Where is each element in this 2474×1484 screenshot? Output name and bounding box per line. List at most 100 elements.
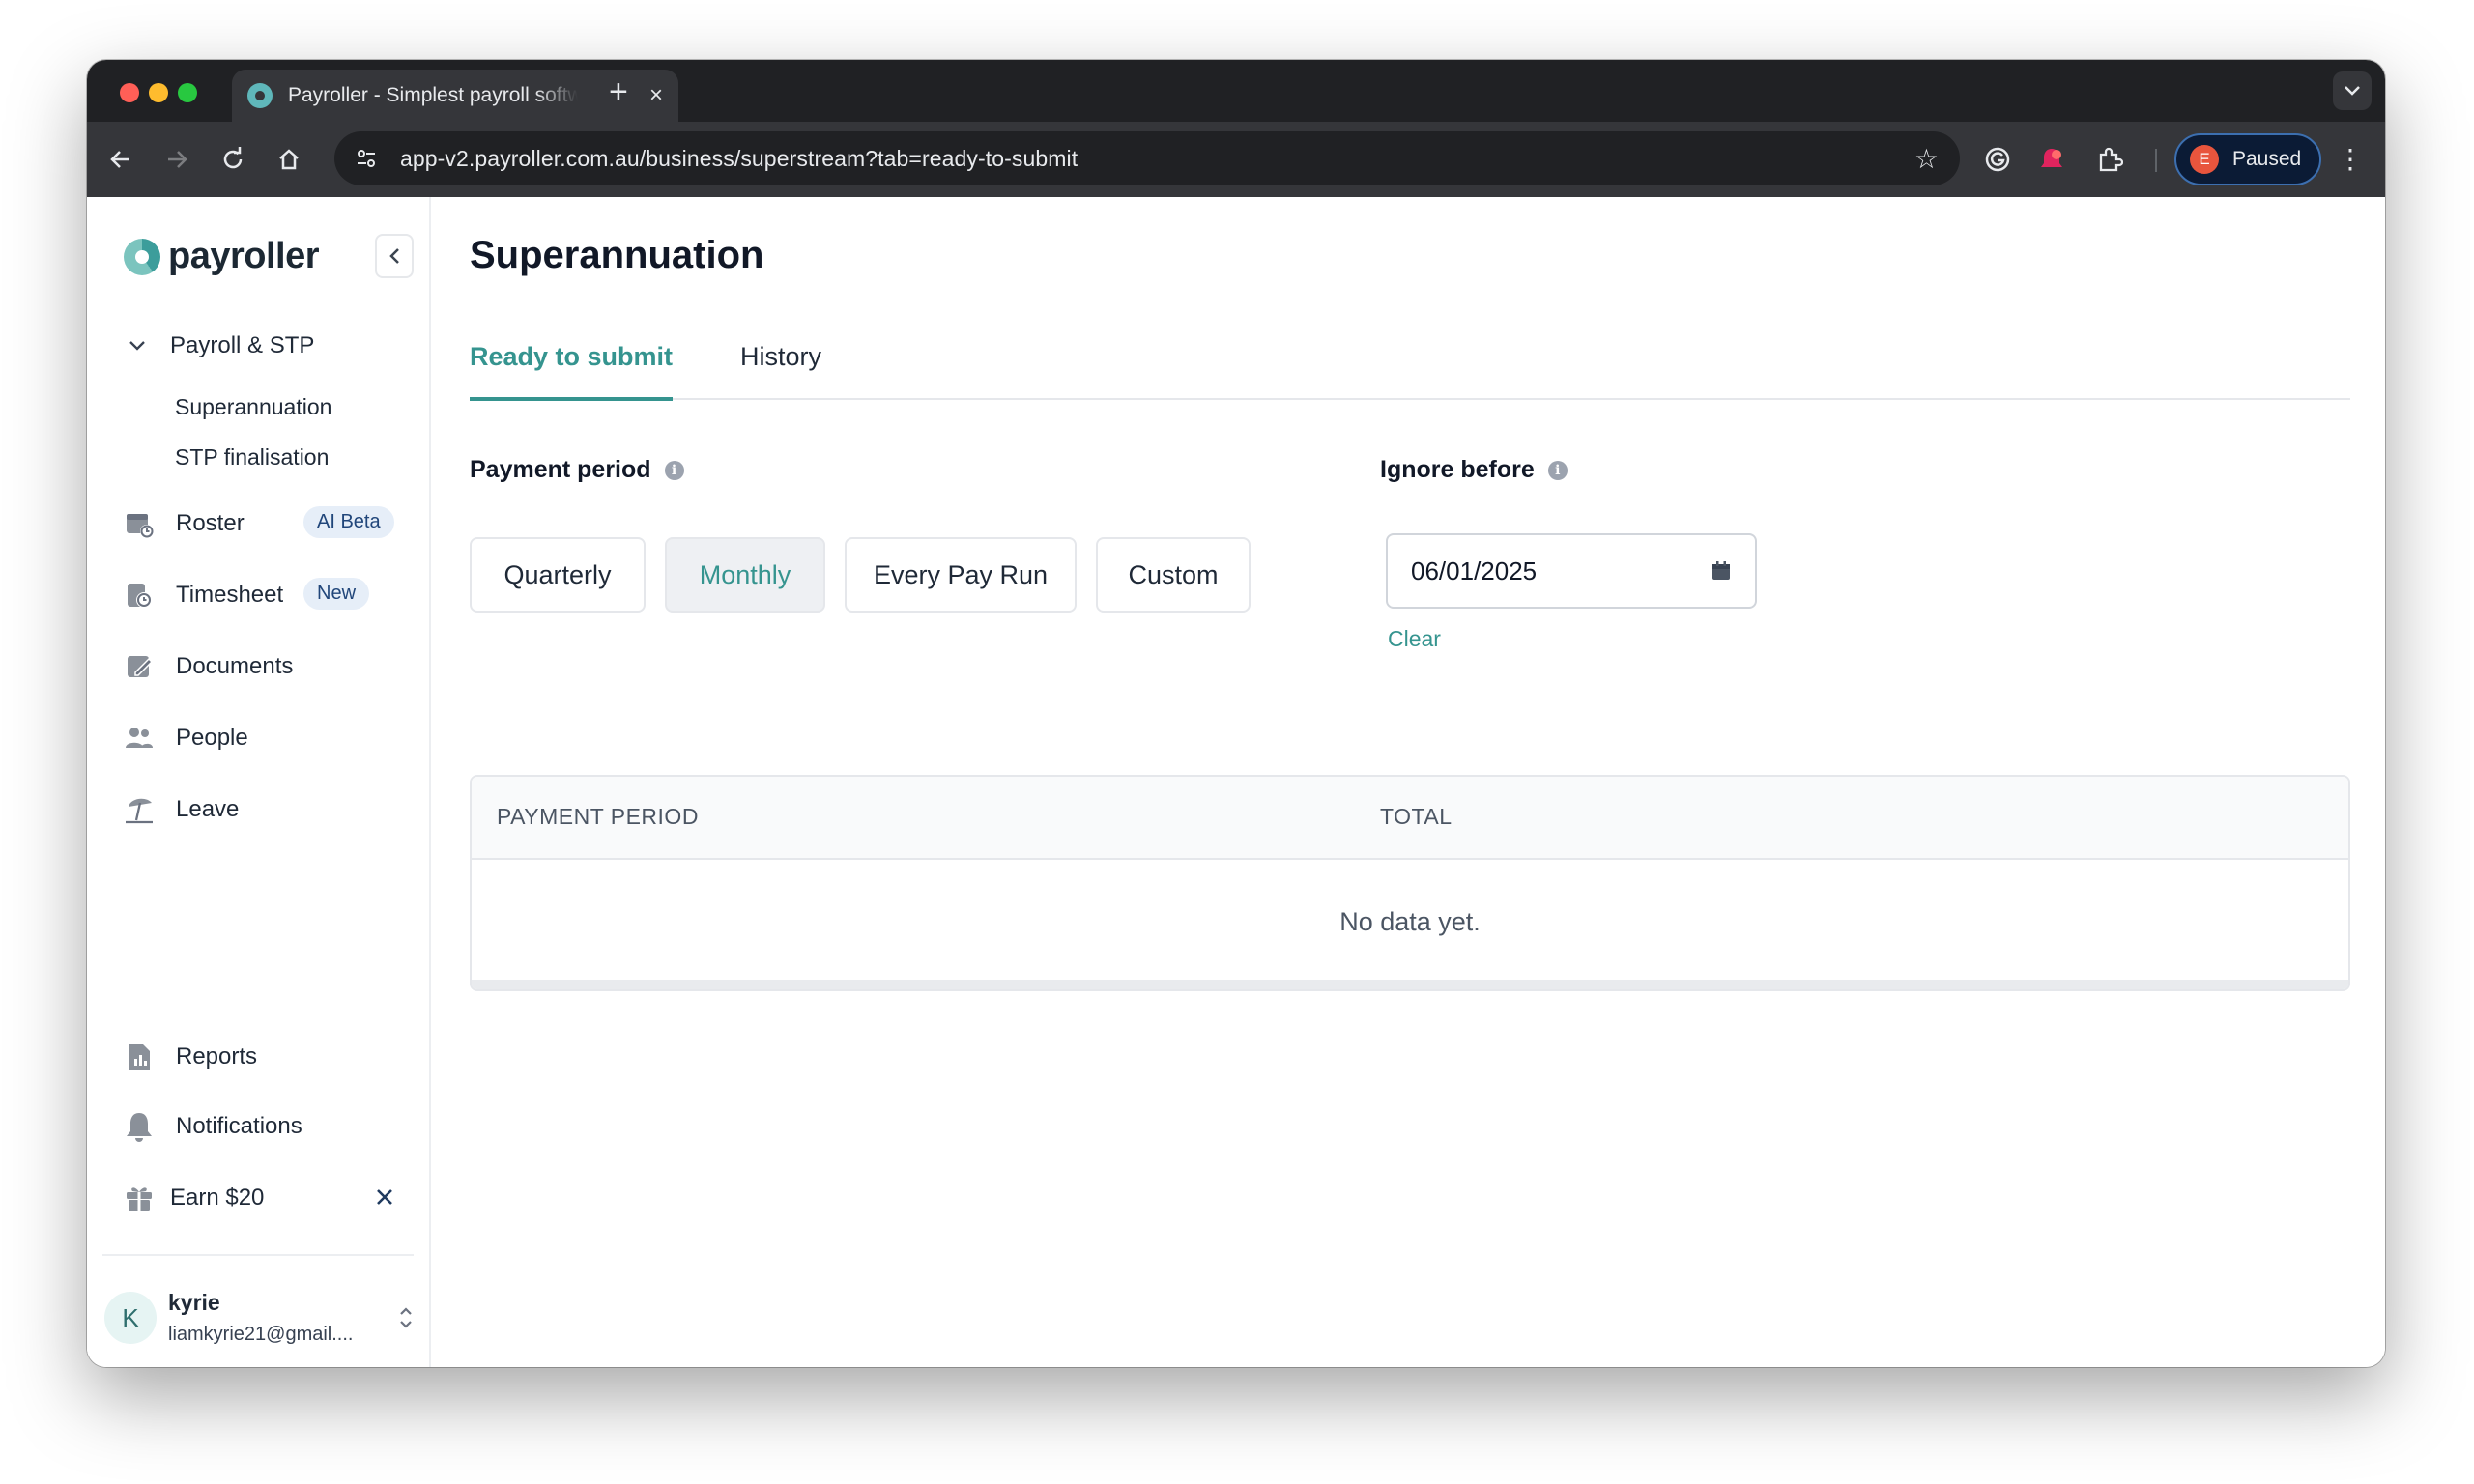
address-bar[interactable]: app-v2.payroller.com.au/business/superst… <box>334 131 1960 186</box>
payroller-logo[interactable]: payroller <box>124 236 320 277</box>
sidebar-item-label: Earn $20 <box>170 1184 265 1211</box>
sidebar-item-people[interactable]: People <box>122 721 412 756</box>
tab-strip: Payroller - Simplest payroll software × … <box>87 60 2385 122</box>
empty-state-text: No data yet. <box>1339 906 1481 936</box>
info-icon[interactable]: i <box>664 460 684 480</box>
table-header: PAYMENT PERIOD TOTAL <box>472 777 2348 860</box>
sidebar-item-superannuation[interactable]: Superannuation <box>175 394 331 420</box>
forward-button[interactable] <box>158 141 195 178</box>
profile-status-label: Paused <box>2232 148 2302 170</box>
logo-text: payroller <box>168 236 320 276</box>
new-tab-button[interactable]: + <box>609 73 628 111</box>
timesheet-icon <box>122 578 157 613</box>
chevron-left-icon <box>389 248 399 264</box>
browser-window: Payroller - Simplest payroll software × … <box>87 60 2385 1367</box>
chevron-down-icon <box>2345 86 2360 96</box>
sidebar-item-label: Leave <box>176 796 240 822</box>
ai-beta-badge: AI Beta <box>303 506 394 538</box>
sidebar-divider <box>102 1254 414 1256</box>
ignore-before-date-field[interactable]: 06/01/2025 <box>1386 533 1757 609</box>
reports-icon <box>122 1040 157 1074</box>
url-text[interactable]: app-v2.payroller.com.au/business/superst… <box>400 146 1078 172</box>
sidebar-item-label: People <box>176 725 248 751</box>
tab-title: Payroller - Simplest payroll software <box>288 84 578 106</box>
gift-icon <box>122 1181 157 1215</box>
sidebar-item-leave[interactable]: Leave <box>122 792 412 827</box>
profile-avatar: E <box>2190 145 2219 174</box>
collapse-sidebar-button[interactable] <box>375 234 414 278</box>
sidebar-item-reports[interactable]: Reports <box>122 1040 412 1074</box>
browser-toolbar: app-v2.payroller.com.au/business/superst… <box>87 122 2385 197</box>
roster-icon <box>122 506 157 541</box>
alert-extension-icon[interactable] <box>2035 143 2068 176</box>
ignore-before-heading: Ignore before i <box>1380 456 1568 484</box>
payroller-logo-icon <box>124 238 160 275</box>
grammarly-extension-icon[interactable] <box>1981 143 2014 176</box>
sidebar-group-payroll-stp[interactable]: Payroll & STP <box>126 332 314 359</box>
new-badge: New <box>303 578 370 610</box>
info-icon[interactable]: i <box>1547 460 1568 480</box>
arrow-left-icon <box>110 151 129 168</box>
tab-history[interactable]: History <box>740 342 821 400</box>
payroller-favicon-icon <box>247 83 273 108</box>
table-footer <box>472 980 2348 989</box>
sidebar: payroller Payroll & STP Superannuation S… <box>87 197 431 1367</box>
sidebar-item-label: Reports <box>176 1043 258 1070</box>
page-title: Superannuation <box>470 234 764 276</box>
period-quarterly-button[interactable]: Quarterly <box>470 537 646 613</box>
ignore-before-label: Ignore before <box>1380 456 1535 483</box>
extensions-puzzle-icon[interactable] <box>2093 143 2126 176</box>
sidebar-item-stp-finalisation[interactable]: STP finalisation <box>175 444 329 471</box>
period-monthly-button[interactable]: Monthly <box>665 537 825 613</box>
sidebar-item-label: Timesheet <box>176 582 284 608</box>
home-button[interactable] <box>271 141 307 178</box>
sidebar-item-label: Notifications <box>176 1113 302 1139</box>
tab-bar: Ready to submit History <box>470 342 2350 401</box>
date-value: 06/01/2025 <box>1411 556 1538 585</box>
sidebar-item-earn-20[interactable]: Earn $20 <box>122 1181 412 1215</box>
user-info: kyrie liamkyrie21@gmail.... <box>168 1290 353 1346</box>
reload-icon <box>223 147 243 169</box>
payment-periods-table: PAYMENT PERIOD TOTAL No data yet. <box>470 775 2350 991</box>
user-name: kyrie <box>168 1290 220 1315</box>
app-area: payroller Payroll & STP Superannuation S… <box>87 197 2385 1367</box>
payment-period-heading: Payment period i <box>470 456 684 484</box>
tab-close-icon[interactable]: × <box>649 84 663 107</box>
main-content: Superannuation Ready to submit History P… <box>431 197 2385 1367</box>
home-icon <box>279 149 299 170</box>
sidebar-item-documents[interactable]: Documents <box>122 649 412 684</box>
payment-period-label: Payment period <box>470 456 651 483</box>
people-icon <box>122 721 157 756</box>
toolbar-separator <box>2155 149 2157 172</box>
user-email: liamkyrie21@gmail.... <box>168 1324 354 1345</box>
reload-button[interactable] <box>215 141 251 178</box>
minimize-window-button[interactable] <box>149 83 168 102</box>
chevron-up-down-icon <box>398 1305 414 1330</box>
chevron-down-icon <box>129 341 145 351</box>
column-header-total[interactable]: TOTAL <box>1380 804 1453 830</box>
user-account-switcher[interactable]: K kyrie liamkyrie21@gmail.... <box>104 1287 414 1349</box>
clear-date-link[interactable]: Clear <box>1388 626 1441 652</box>
maximize-window-button[interactable] <box>178 83 197 102</box>
back-button[interactable] <box>102 141 139 178</box>
avatar: K <box>104 1292 157 1344</box>
close-window-button[interactable] <box>120 83 139 102</box>
sidebar-item-label: Roster <box>176 510 245 536</box>
bookmark-star-icon[interactable]: ☆ <box>1914 143 1939 175</box>
bell-icon <box>122 1109 157 1144</box>
arrow-right-icon <box>168 151 187 168</box>
calendar-icon[interactable] <box>1711 560 1732 582</box>
period-every-pay-run-button[interactable]: Every Pay Run <box>845 537 1077 613</box>
tab-ready-to-submit[interactable]: Ready to submit <box>470 342 674 401</box>
profile-button[interactable]: E Paused <box>2174 133 2321 186</box>
site-settings-icon[interactable] <box>356 148 377 169</box>
dismiss-earn-close-icon[interactable] <box>375 1184 394 1212</box>
period-custom-button[interactable]: Custom <box>1096 537 1251 613</box>
column-header-payment-period[interactable]: PAYMENT PERIOD <box>497 804 699 830</box>
tab-search-button[interactable] <box>2333 71 2372 110</box>
leave-icon <box>122 792 157 827</box>
sidebar-item-notifications[interactable]: Notifications <box>122 1109 412 1144</box>
documents-icon <box>122 649 157 684</box>
sidebar-group-label: Payroll & STP <box>170 332 315 358</box>
browser-menu-icon[interactable]: ⋮ <box>2337 143 2364 176</box>
